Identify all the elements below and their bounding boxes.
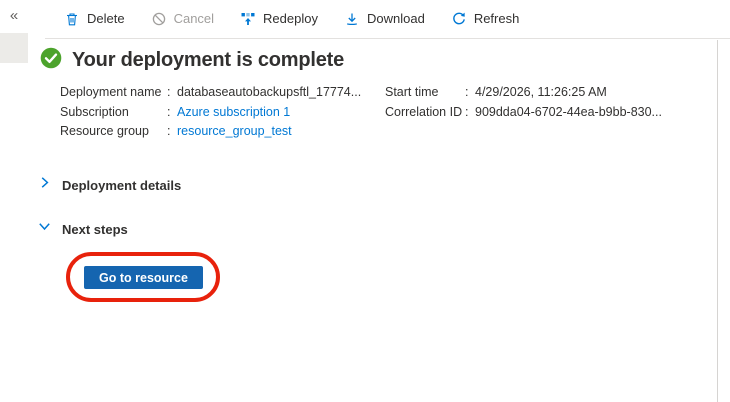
cancel-button[interactable]: Cancel [151,11,214,27]
deployment-status-header: Your deployment is complete [40,47,344,74]
separator [167,122,177,142]
redeploy-button[interactable]: Redeploy [240,11,318,27]
deployment-details-right-column: Start time 4/29/2026, 11:26:25 AM Correl… [385,83,662,122]
subscription-row: Subscription Azure subscription 1 [60,103,361,123]
start-time-label: Start time [385,85,439,99]
deployment-details-expander[interactable]: Deployment details [38,176,181,194]
separator [167,103,177,123]
correlation-id-value: 909dda04-6702-44ea-b9bb-830... [475,104,662,119]
download-icon [344,11,360,27]
next-steps-label: Next steps [62,221,128,237]
collapse-panel-button[interactable]: « [4,4,24,26]
cancel-label: Cancel [173,11,215,26]
redeploy-icon [240,11,256,27]
deployment-details-label: Deployment details [62,177,182,193]
cancel-icon [151,11,167,27]
subscription-link[interactable]: Azure subscription 1 [177,103,290,123]
separator [465,83,475,103]
refresh-button[interactable]: Refresh [451,11,520,27]
separator [465,103,475,123]
collapsed-panel-stub [0,33,28,63]
success-check-icon [40,47,62,74]
refresh-label: Refresh [473,11,520,26]
resource-group-link[interactable]: resource_group_test [177,122,292,142]
start-time-value: 4/29/2026, 11:26:25 AM [475,85,607,99]
page-title: Your deployment is complete [72,49,345,71]
correlation-id-row: Correlation ID 909dda04-6702-44ea-b9bb-8… [385,103,662,123]
download-label: Download [366,11,425,26]
download-button[interactable]: Download [344,11,425,27]
deployment-name-label: Deployment name [60,85,162,99]
delete-button[interactable]: Delete [64,11,125,27]
separator [167,83,177,103]
delete-label: Delete [87,11,125,26]
resource-group-label: Resource group [60,124,149,138]
chevron-down-icon [38,220,51,238]
subscription-label: Subscription [60,104,129,119]
deployment-details-left-column: Deployment name databaseautobackupsftl_1… [60,83,361,142]
go-to-resource-button[interactable]: Go to resource [84,266,203,289]
redeploy-label: Redeploy [263,11,318,26]
resource-group-row: Resource group resource_group_test [60,122,361,142]
command-bar: Delete Cancel Redeploy Download Refresh [64,0,519,37]
start-time-row: Start time 4/29/2026, 11:26:25 AM [385,83,662,103]
deployment-name-row: Deployment name databaseautobackupsftl_1… [60,83,361,103]
toolbar-divider [45,38,730,39]
chevron-right-icon [38,176,51,194]
next-steps-expander[interactable]: Next steps [38,220,128,238]
correlation-id-label: Correlation ID [385,104,463,119]
pane-scrollbar-track [717,40,718,402]
refresh-icon [451,11,467,27]
deployment-name-value: databaseautobackupsftl_17774... [177,85,362,99]
trash-icon [64,11,80,27]
